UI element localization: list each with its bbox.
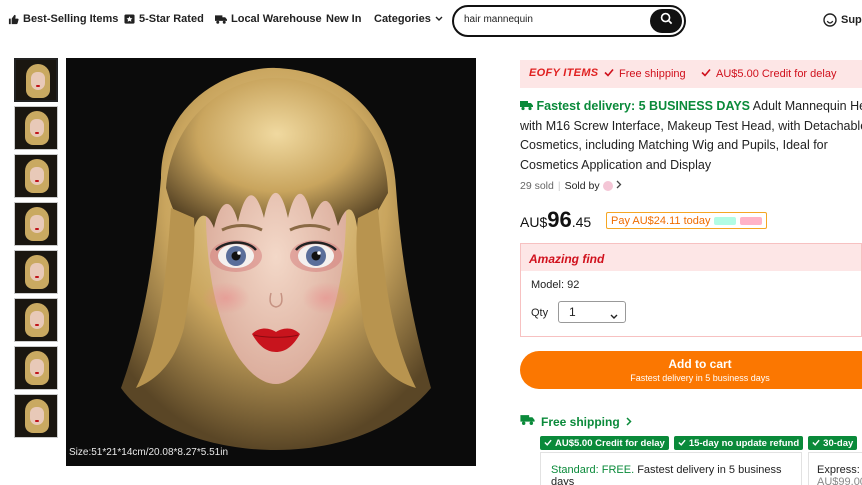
- options-panel: Amazing find Model: 92 Qty 1: [520, 243, 862, 337]
- nav-categories-label: Categories: [374, 13, 431, 25]
- smiley-icon: [823, 13, 837, 27]
- free-shipping-label: Free shipping: [541, 414, 620, 429]
- thumbnail[interactable]: [14, 202, 58, 246]
- add-to-cart-button[interactable]: Add to cart Fastest delivery in 5 busine…: [520, 351, 862, 389]
- express-label: Express:: [817, 464, 860, 476]
- pay-later-label: Pay AU$24.11 today: [611, 214, 711, 227]
- afterpay-logo-icon: [714, 216, 737, 225]
- express-sub: AU$99.00: [817, 476, 862, 485]
- express-shipping-text: Express: AU$99.00: [817, 464, 862, 485]
- check-icon: [544, 438, 552, 449]
- chevron-right-icon: [626, 415, 632, 429]
- check-icon: [812, 438, 820, 449]
- shipping-badge-label: 30-day: [823, 437, 854, 449]
- store-logo-icon: [602, 181, 613, 191]
- chevron-down-icon: [610, 309, 618, 323]
- nav-local-warehouse[interactable]: Local Warehouse: [215, 13, 322, 25]
- search-icon: [660, 12, 673, 30]
- thumbnail[interactable]: [14, 394, 58, 438]
- thumbnail[interactable]: [14, 298, 58, 342]
- shipping-option-express[interactable]: Express: AU$99.00: [808, 452, 862, 485]
- main-product-image[interactable]: Size:51*21*14cm/20.08*8.27*5.51in: [66, 58, 476, 466]
- nav-categories[interactable]: Categories: [374, 13, 443, 25]
- promo-bar: EOFY ITEMS Free shipping AU$5.00 Credit …: [520, 60, 862, 88]
- fastest-delivery-label: Fastest delivery: 5 BUSINESS DAYS: [536, 99, 750, 113]
- sold-count: 29 sold: [520, 180, 554, 192]
- title-line: Adult Mannequin Head: [752, 99, 862, 113]
- options-header: Amazing find: [521, 244, 861, 271]
- price: AU$96.45: [520, 207, 591, 233]
- title-line: Cosmetics, including Matching Wig and Pu…: [520, 138, 828, 152]
- thumbnail[interactable]: [14, 250, 58, 294]
- promo-credit-label: AU$5.00 Credit for delay: [716, 68, 837, 80]
- thumbnail[interactable]: [14, 346, 58, 390]
- standard-label: Standard: FREE.: [551, 464, 635, 476]
- shipping-badge: 15-day no update refund: [673, 436, 804, 450]
- free-shipping-link[interactable]: Free shipping: [520, 414, 632, 429]
- truck-icon: [215, 14, 227, 25]
- thumbnail[interactable]: [14, 154, 58, 198]
- qty-select[interactable]: 1: [558, 301, 626, 323]
- pay-later-badge[interactable]: Pay AU$24.11 today: [606, 212, 768, 229]
- chevron-down-icon: [435, 16, 443, 22]
- truck-icon: [520, 98, 533, 118]
- qty-label: Qty: [531, 307, 549, 319]
- mannequin-head-illustration: [66, 58, 476, 466]
- check-icon: [604, 68, 614, 80]
- promo-free-shipping: Free shipping: [604, 68, 686, 80]
- thumbnail[interactable]: [14, 106, 58, 150]
- shipping-badges: AU$5.00 Credit for delay 15-day no updat…: [540, 436, 858, 450]
- truck-icon: [520, 414, 535, 429]
- chevron-right-icon: [616, 180, 622, 192]
- shipping-badge: AU$5.00 Credit for delay: [540, 436, 669, 450]
- price-cents: .45: [571, 214, 592, 230]
- add-to-cart-label: Add to cart: [668, 357, 732, 371]
- add-to-cart-sub: Fastest delivery in 5 business days: [630, 373, 770, 383]
- sold-by-label: Sold by: [564, 180, 600, 192]
- nav-local-warehouse-label: Local Warehouse: [231, 13, 322, 25]
- price-whole: 96: [547, 207, 572, 232]
- thumbnail[interactable]: [14, 58, 58, 102]
- nav-best-selling-label: Best-Selling Items: [23, 13, 119, 25]
- shipping-option-standard[interactable]: Standard: FREE. Fastest delivery in 5 bu…: [540, 452, 802, 485]
- nav-five-star-label: 5-Star Rated: [139, 13, 204, 25]
- model-label: Model: 92: [531, 279, 580, 291]
- shipping-badge-label: 15-day no update refund: [688, 437, 800, 449]
- sold-info: 29 sold | Sold by: [520, 180, 622, 192]
- promo-brand: EOFY ITEMS: [529, 67, 599, 79]
- top-navigation: Best-Selling Items 5-Star Rated Local Wa…: [0, 0, 862, 42]
- sold-by-link[interactable]: Sold by: [565, 180, 622, 192]
- nav-best-selling[interactable]: Best-Selling Items: [8, 13, 118, 25]
- standard-shipping-text: Standard: FREE. Fastest delivery in 5 bu…: [551, 464, 801, 485]
- nav-account[interactable]: Sup: [823, 13, 862, 27]
- shipping-badge-label: AU$5.00 Credit for delay: [555, 437, 665, 449]
- nav-account-label: Sup: [841, 14, 862, 26]
- price-currency: AU$: [520, 214, 548, 230]
- search-bar: [452, 5, 686, 37]
- promo-credit: AU$5.00 Credit for delay: [701, 68, 836, 80]
- nav-new-in-label: New In: [326, 13, 362, 25]
- promo-free-shipping-label: Free shipping: [619, 68, 686, 80]
- klarna-logo-icon: [740, 216, 763, 225]
- nav-new-in[interactable]: New In: [326, 13, 361, 25]
- breadcrumb: [0, 40, 460, 48]
- check-icon: [678, 438, 686, 449]
- nav-five-star[interactable]: 5-Star Rated: [124, 13, 204, 25]
- star-badge-icon: [124, 13, 135, 25]
- qty-value: 1: [569, 305, 576, 319]
- title-line: Cosmetics Application and Display: [520, 157, 712, 172]
- thumbs-up-icon: [8, 14, 19, 25]
- shipping-badge: 30-day: [808, 436, 858, 450]
- title-line: with M16 Screw Interface, Makeup Test He…: [520, 118, 862, 133]
- check-icon: [701, 68, 711, 80]
- product-title: Fastest delivery: 5 BUSINESS DAYS Adult …: [520, 97, 862, 175]
- size-label: Size:51*21*14cm/20.08*8.27*5.51in: [69, 447, 229, 458]
- search-button[interactable]: [650, 9, 682, 33]
- search-input[interactable]: [464, 14, 644, 25]
